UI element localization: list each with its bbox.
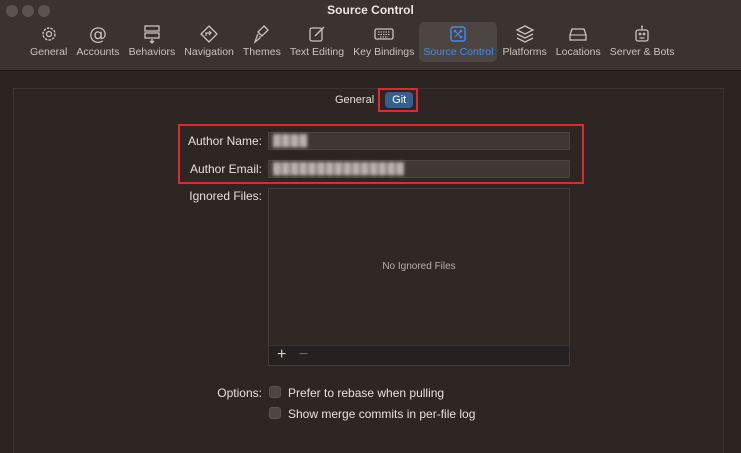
tab-source-control[interactable]: Source Control [419,22,498,62]
tab-navigation[interactable]: Navigation [180,22,238,62]
tab-server-bots[interactable]: Server & Bots [606,22,679,62]
segment-general[interactable]: General [330,92,379,108]
edit-icon [307,24,327,44]
tab-label: Source Control [423,46,494,58]
merge-commits-checkbox[interactable] [269,407,281,419]
author-email-field[interactable]: ███████████████ [268,160,570,178]
svg-text:@: @ [89,24,107,44]
list-footer: + − [269,345,569,365]
keyboard-icon [374,24,394,44]
rebase-checkbox[interactable] [269,386,281,398]
author-name-label: Author Name: [187,134,262,148]
tab-themes[interactable]: Themes [239,22,285,62]
brush-icon [252,24,272,44]
tab-accounts[interactable]: @ Accounts [72,22,123,62]
source-control-icon [448,24,468,44]
tab-label: Server & Bots [609,46,675,58]
tab-locations[interactable]: Locations [552,22,605,62]
tab-text-editing[interactable]: Text Editing [286,22,348,62]
tab-label: Themes [242,46,281,58]
layers-icon [515,24,535,44]
remove-ignored-file-button[interactable]: − [299,347,308,363]
tab-label: Key Bindings [353,46,415,58]
tab-label: Text Editing [289,46,345,58]
empty-list-text: No Ignored Files [382,261,456,272]
behaviors-icon [142,24,162,44]
at-icon: @ [88,24,108,45]
author-name-field[interactable]: ████ [268,132,570,150]
author-email-label: Author Email: [189,162,262,176]
ignored-files-label: Ignored Files: [189,189,262,203]
tab-label: Accounts [76,46,120,58]
author-email-value: ███████████████ [273,163,405,175]
tab-general[interactable]: General [26,22,71,62]
gear-icon [39,24,59,44]
tab-label: Navigation [184,46,234,58]
tab-platforms[interactable]: Platforms [498,22,550,62]
title-bar: Source Control General @ Accounts Behavi… [0,0,741,71]
add-ignored-file-button[interactable]: + [277,347,286,363]
drive-icon [568,24,588,44]
tab-label: Behaviors [128,46,176,58]
tab-label: Platforms [502,46,547,58]
ignored-files-list[interactable]: No Ignored Files + − [268,188,570,366]
navigation-icon [199,24,219,44]
tab-behaviors[interactable]: Behaviors [125,22,180,62]
tab-key-bindings[interactable]: Key Bindings [349,22,418,62]
merge-commits-checkbox-label[interactable]: Show merge commits in per-file log [288,407,475,421]
preferences-toolbar: General @ Accounts Behaviors Navigation … [26,22,680,66]
tab-label: General [30,46,68,58]
highlight-git-tab [378,88,418,112]
window-title: Source Control [327,3,414,17]
robot-icon [632,24,652,44]
author-name-value: ████ [273,135,309,147]
options-label: Options: [217,386,262,400]
tab-label: Locations [555,46,601,58]
rebase-checkbox-label[interactable]: Prefer to rebase when pulling [288,386,444,400]
